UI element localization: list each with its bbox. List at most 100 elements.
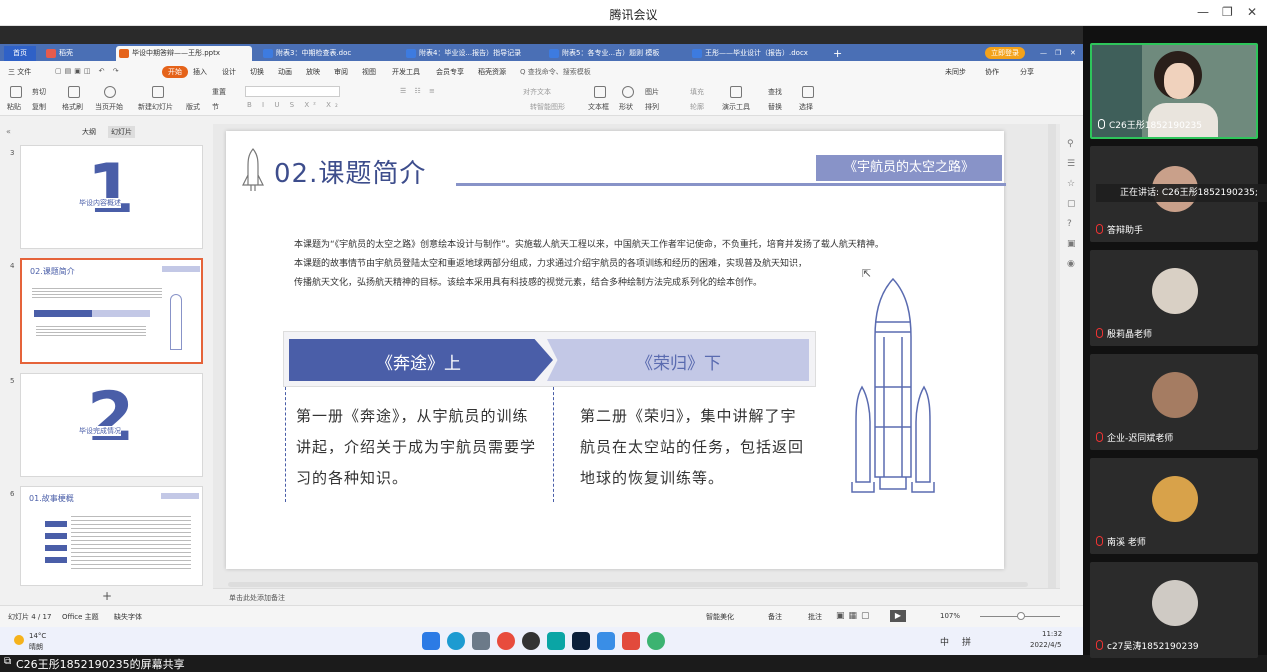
outline-button[interactable]: 轮廓 bbox=[690, 102, 704, 112]
section-button[interactable]: 节 bbox=[212, 102, 219, 112]
select-icon[interactable] bbox=[802, 86, 814, 98]
missing-font-button[interactable]: 缺失字体 bbox=[114, 612, 142, 622]
smart-beautify-button[interactable]: 智能美化 bbox=[706, 612, 734, 622]
menu-item-review[interactable]: 审阅 bbox=[334, 67, 348, 77]
star-icon[interactable]: ☆ bbox=[1067, 179, 1075, 189]
font-name-select[interactable] bbox=[245, 86, 340, 97]
ime-pinyin[interactable]: 拼 bbox=[962, 635, 971, 648]
presentation-tools-button[interactable]: 演示工具 bbox=[722, 102, 750, 112]
menu-item-design[interactable]: 设计 bbox=[222, 67, 236, 77]
settings-sliders-icon[interactable]: ☰ bbox=[1067, 159, 1075, 169]
slide-thumbnail-5[interactable]: 2 毕设完成情况 bbox=[20, 373, 203, 477]
play-slideshow-icon[interactable]: ▶ bbox=[890, 610, 906, 622]
zoom-level[interactable]: 107% bbox=[940, 612, 960, 620]
minimize-icon[interactable]: — bbox=[1040, 46, 1047, 61]
menu-item-insert[interactable]: 插入 bbox=[193, 67, 207, 77]
meeting-icon[interactable] bbox=[597, 632, 615, 650]
login-button[interactable]: 立即登录 bbox=[985, 47, 1025, 59]
restore-icon[interactable]: ❐ bbox=[1222, 5, 1233, 19]
menu-file[interactable]: 三 文件 bbox=[8, 67, 31, 77]
tab-doc-4[interactable]: 附表4：毕业设...报告）指导记录 bbox=[403, 46, 541, 61]
new-tab-button[interactable]: + bbox=[829, 46, 846, 61]
fill-button[interactable]: 填充 bbox=[690, 87, 704, 97]
wechat-icon[interactable] bbox=[647, 632, 665, 650]
paste-button[interactable]: 粘贴 bbox=[7, 102, 21, 112]
align-text-button[interactable]: 对齐文本 bbox=[523, 87, 551, 97]
photoshop-icon[interactable] bbox=[572, 632, 590, 650]
horizontal-scrollbar[interactable] bbox=[228, 582, 1028, 587]
shape-button[interactable]: 形状 bbox=[619, 102, 633, 112]
menu-item-animation[interactable]: 动画 bbox=[278, 67, 292, 77]
participant-tile[interactable]: c27吴涛1852190239 bbox=[1090, 562, 1258, 658]
restore-icon[interactable]: ❐ bbox=[1055, 46, 1061, 61]
tab-doc-5[interactable]: 附表5：各专业...吉）题则 模板 bbox=[546, 46, 684, 61]
presentation-tools-icon[interactable] bbox=[730, 86, 742, 98]
location-icon[interactable]: ◉ bbox=[1067, 259, 1075, 269]
play-from-current-button[interactable]: 当页开始 bbox=[95, 102, 123, 112]
smartart-button[interactable]: 转智能图形 bbox=[530, 102, 565, 112]
comment-button[interactable]: 批注 bbox=[808, 612, 822, 622]
add-slide-button[interactable]: + bbox=[102, 589, 112, 603]
format-painter-button[interactable]: 格式刷 bbox=[62, 102, 83, 112]
sync-status[interactable]: 未同步 bbox=[945, 67, 966, 77]
participant-tile[interactable]: 企业-迟同斌老师 bbox=[1090, 354, 1258, 450]
participant-tile[interactable]: 正在讲话: C26王彤1852190235; 答辩助手 bbox=[1090, 146, 1267, 242]
clock-time[interactable]: 11:32 bbox=[1042, 630, 1062, 638]
slide-thumbnail-4-selected[interactable]: 02.课题简介 bbox=[20, 258, 203, 364]
app-icon[interactable] bbox=[522, 632, 540, 650]
textbox-button[interactable]: 文本框 bbox=[588, 102, 609, 112]
copy-button[interactable]: 复制 bbox=[32, 102, 46, 112]
slide-scrollbar[interactable] bbox=[1048, 124, 1056, 588]
slide-thumbnail-6[interactable]: 01.故事梗概 bbox=[20, 486, 203, 586]
new-slide-icon[interactable] bbox=[152, 86, 164, 98]
new-slide-button[interactable]: 新建幻灯片 bbox=[138, 102, 173, 112]
menu-item-devtools[interactable]: 开发工具 bbox=[392, 67, 420, 77]
ime-chinese[interactable]: 中 bbox=[940, 635, 949, 648]
tab-pptx-active[interactable]: 毕设中期答辩——王彤.pptx bbox=[116, 46, 252, 61]
image-icon[interactable]: ▣ bbox=[1067, 239, 1076, 249]
minimize-icon[interactable]: — bbox=[1197, 5, 1209, 19]
tab-doc-6[interactable]: 王彤——毕业设计（报告）.docx bbox=[689, 46, 827, 61]
participant-tile[interactable]: 殷莉晶老师 bbox=[1090, 250, 1258, 346]
quick-access-icons[interactable]: ▢▤▣◫ ↶ ↷ bbox=[55, 67, 122, 75]
replace-button[interactable]: 替换 bbox=[768, 102, 782, 112]
edge-icon[interactable] bbox=[447, 632, 465, 650]
start-icon[interactable] bbox=[422, 632, 440, 650]
weather-icon[interactable] bbox=[14, 635, 24, 645]
zoom-slider-handle[interactable] bbox=[1017, 612, 1025, 620]
reset-button[interactable]: 重置 bbox=[212, 87, 226, 97]
menu-item-slideshow[interactable]: 放映 bbox=[306, 67, 320, 77]
square-icon[interactable]: ▢ bbox=[1067, 199, 1076, 209]
clock-date[interactable]: 2022/4/5 bbox=[1030, 641, 1061, 649]
tab-outline[interactable]: 大纲 bbox=[82, 127, 96, 137]
menu-item-transition[interactable]: 切换 bbox=[250, 67, 264, 77]
tab-home[interactable]: 首页 bbox=[4, 46, 36, 61]
slide-thumbnail-3[interactable]: 1 毕设内容概述 bbox=[20, 145, 203, 249]
notes-toggle-button[interactable]: 备注 bbox=[768, 612, 782, 622]
close-icon[interactable]: ✕ bbox=[1070, 46, 1076, 61]
paste-icon[interactable] bbox=[10, 86, 22, 98]
format-painter-icon[interactable] bbox=[68, 86, 80, 98]
view-mode-icons[interactable]: ▣▦▢ bbox=[836, 611, 874, 621]
tab-doc-3[interactable]: 附表3：中期检查表.doc bbox=[260, 46, 398, 61]
notes-placeholder[interactable]: 单击此处添加备注 bbox=[229, 593, 285, 603]
select-button[interactable]: 选择 bbox=[799, 102, 813, 112]
textbox-icon[interactable] bbox=[594, 86, 606, 98]
chrome-icon[interactable] bbox=[497, 632, 515, 650]
participant-tile[interactable]: C26王彤1852190235 bbox=[1090, 43, 1258, 139]
menu-item-start[interactable]: 开始 bbox=[162, 66, 188, 78]
collab-button[interactable]: 协作 bbox=[985, 67, 999, 77]
paragraph-buttons[interactable]: ☰ ☷ ≡ bbox=[400, 87, 438, 95]
menu-item-view[interactable]: 视图 bbox=[362, 67, 376, 77]
font-style-buttons[interactable]: B I U S X² X₂ bbox=[247, 101, 342, 109]
pin-icon[interactable]: ⚲ bbox=[1067, 139, 1074, 149]
cut-button[interactable]: 剪切 bbox=[32, 87, 46, 97]
calculator-icon[interactable] bbox=[472, 632, 490, 650]
current-slide[interactable]: 02.课题简介 《宇航员的太空之路》 本课题为“《宇航员的太空之路》创意绘本设计… bbox=[226, 131, 1006, 569]
picture-button[interactable]: 图片 bbox=[645, 87, 659, 97]
close-icon[interactable]: ✕ bbox=[1247, 5, 1257, 19]
share-button[interactable]: 分享 bbox=[1020, 67, 1034, 77]
help-icon[interactable]: ? bbox=[1067, 219, 1072, 229]
arrange-button[interactable]: 排列 bbox=[645, 102, 659, 112]
menu-item-vip[interactable]: 会员专享 bbox=[436, 67, 464, 77]
